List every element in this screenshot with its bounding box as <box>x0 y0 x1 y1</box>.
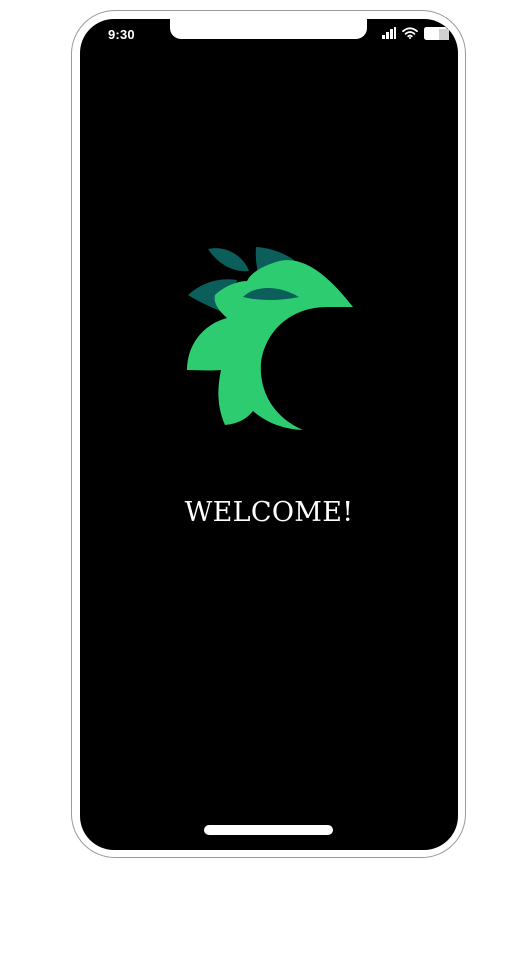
status-icons <box>382 26 450 40</box>
status-time: 9:30 <box>108 27 135 42</box>
notch <box>170 19 367 39</box>
battery-icon <box>424 26 449 40</box>
cellular-signal-icon <box>382 27 396 39</box>
leafy-bird-logo <box>187 247 353 430</box>
wifi-icon <box>402 27 418 39</box>
home-indicator[interactable] <box>204 825 333 835</box>
phone-screen: 9:30 WELCOME! <box>80 19 458 850</box>
welcome-title: WELCOME! <box>184 497 354 528</box>
